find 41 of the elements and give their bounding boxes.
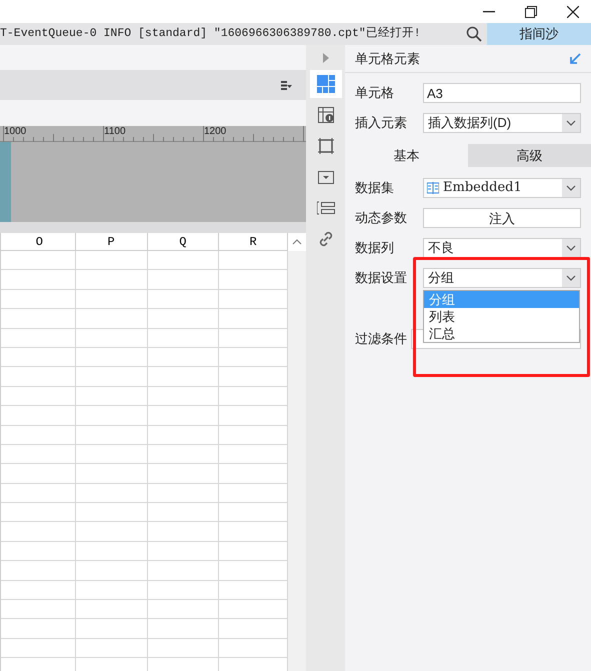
frame-icon (318, 138, 334, 154)
dataset-icon (427, 182, 439, 194)
chevron-down-icon[interactable] (562, 239, 580, 257)
dropdown-box-icon (318, 170, 334, 184)
text-field[interactable]: A3 (423, 83, 581, 103)
field-label: 动态参数 (355, 209, 408, 228)
scroll-up-icon[interactable] (288, 233, 306, 251)
field-label: 插入元素 (355, 114, 408, 132)
ruler-label: 1100 (104, 126, 126, 137)
ruler-label: 1000 (4, 126, 26, 137)
link-icon (318, 231, 334, 247)
tab[interactable]: 高级 (468, 144, 591, 167)
chevron-down-icon[interactable] (562, 269, 580, 287)
search-icon[interactable] (466, 26, 482, 42)
chevron-down-icon[interactable] (562, 179, 580, 197)
table-info-icon (318, 107, 334, 123)
dropdown-field[interactable]: 不良 (423, 238, 581, 258)
list-icon (316, 201, 334, 215)
dropdown-field[interactable]: 插入数据列(D) (423, 113, 581, 133)
filter-icon[interactable] (281, 80, 292, 90)
side-tab[interactable] (310, 70, 342, 98)
inject-button[interactable]: 注入 (423, 208, 581, 228)
restore-icon[interactable] (525, 6, 537, 18)
field-label: 数据集 (355, 179, 395, 198)
column-header[interactable]: Q (148, 233, 220, 250)
field-label: 数据列 (355, 239, 395, 258)
grid-icon (316, 75, 334, 93)
field-label: 过滤条件 (355, 330, 408, 348)
chevron-down-icon[interactable] (562, 114, 580, 132)
scrollbar[interactable] (288, 233, 306, 671)
close-icon[interactable] (567, 6, 579, 18)
ruler-label: 1200 (204, 126, 226, 137)
panel-title: 单元格元素 (355, 50, 420, 68)
dropdown-field[interactable]: Embedded1 (423, 178, 581, 198)
minimize-icon[interactable] (483, 10, 495, 12)
dropdown-field[interactable]: 分组 (423, 268, 581, 288)
field-label: 单元格 (355, 84, 395, 102)
arrow-icon[interactable] (569, 52, 581, 64)
field-label: 数据设置 (355, 269, 408, 288)
log-message: T-EventQueue-0 INFO [standard] "1606966306389780.cpt"已经打开! (0, 26, 422, 42)
user-button[interactable]: 指间沙 (487, 23, 591, 45)
